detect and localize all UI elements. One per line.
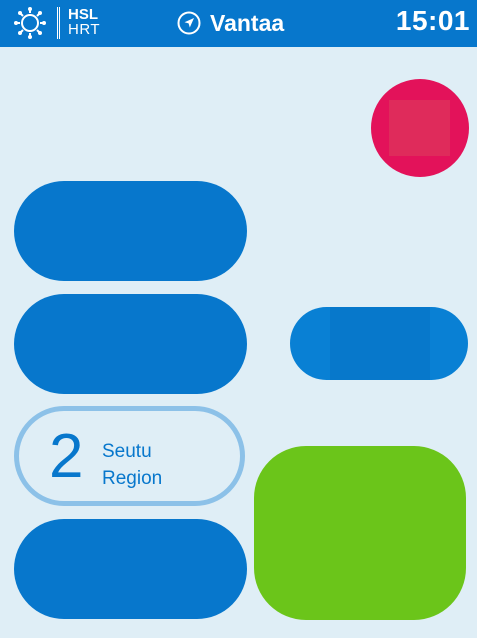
stop-button[interactable] [371,79,469,177]
ticket-option-button-right[interactable] [290,307,468,380]
ticket-option-button-right-inner [330,307,430,380]
zone-selector-button[interactable]: 2 Seutu Region [14,406,245,506]
hsl-logo: HSL HRT [68,7,100,37]
location-name: Vantaa [210,9,285,36]
ticket-option-button-2[interactable] [14,294,247,394]
settings-gear-icon[interactable] [13,7,47,39]
zone-label: Seutu Region [102,438,162,492]
zone-label-sv: Region [102,468,163,489]
header-divider [57,7,60,39]
ticket-option-button-4[interactable] [14,519,247,619]
confirm-button[interactable] [254,446,466,620]
ticket-option-button-1[interactable] [14,181,247,281]
top-bar: HSL HRT Vantaa 15:01 [0,0,477,47]
zone-label-fi: Seutu [102,441,152,462]
stop-icon [389,100,450,156]
logo-line-hrt: HRT [68,21,101,38]
logo-line-hsl: HSL [68,6,98,23]
clock: 15:01 [395,5,470,36]
location-indicator: Vantaa [177,9,284,37]
location-arrow-icon [177,11,201,35]
zone-number: 2 [49,422,84,491]
